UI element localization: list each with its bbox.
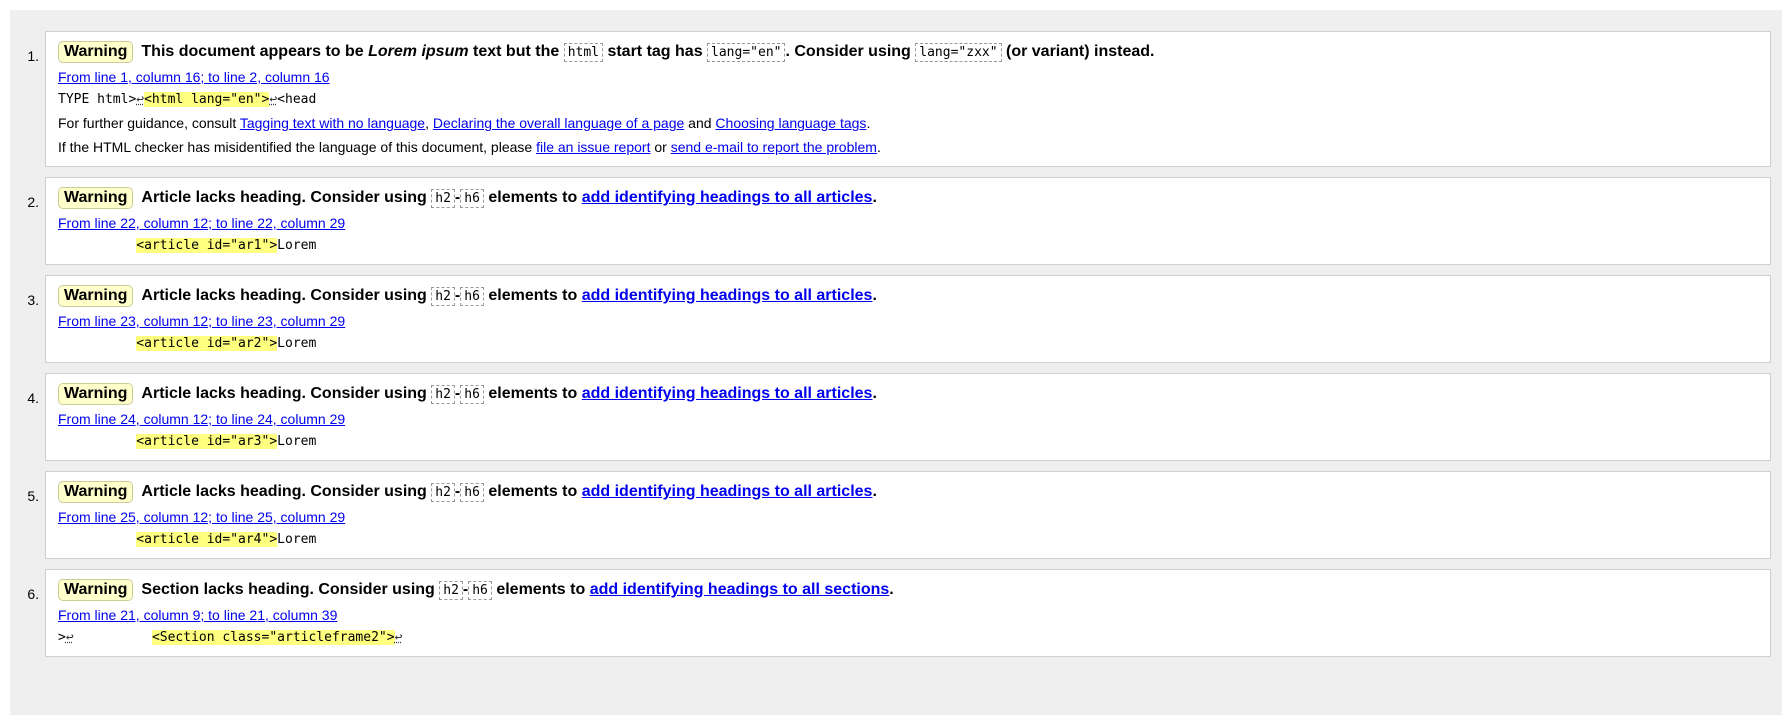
guidance-link-declaring[interactable]: Declaring the overall language of a page xyxy=(433,115,684,131)
code-h6: h6 xyxy=(460,385,484,404)
guidance-text: For further guidance, consult Tagging te… xyxy=(58,115,871,131)
code-extract: <article id="ar1">Lorem xyxy=(136,238,317,253)
location-link[interactable]: From line 23, column 12; to line 23, col… xyxy=(58,313,345,329)
message-item: 4. Warning Article lacks heading. Conside… xyxy=(27,373,1771,461)
message-list: 1. Warning This document appears to be Lo… xyxy=(10,31,1782,667)
code-lang-en: lang="en" xyxy=(707,43,786,62)
warning-badge: Warning xyxy=(58,285,134,307)
code-h6: h6 xyxy=(468,581,492,600)
warning-badge: Warning xyxy=(58,187,134,209)
message-number: 4. xyxy=(27,390,39,406)
message-item: 6. Warning Section lacks heading. Conside… xyxy=(27,569,1771,657)
message-location: From line 22, column 12; to line 22, col… xyxy=(58,213,1758,233)
line-break-icon: ↩ xyxy=(269,92,278,107)
message-number: 1. xyxy=(27,48,39,64)
message-location: From line 21, column 9; to line 21, colu… xyxy=(58,605,1758,625)
warning-badge: Warning xyxy=(58,579,134,601)
code-extract: TYPE html>↩<html lang="en">↩<head xyxy=(58,92,317,107)
highlighted-code: <Section class="articleframe2"> xyxy=(151,630,395,645)
file-issue-link[interactable]: file an issue report xyxy=(536,139,650,155)
code-lang-zxx: lang="zxx" xyxy=(915,43,1002,62)
message-item: 5. Warning Article lacks heading. Conside… xyxy=(27,471,1771,559)
headings-articles-link[interactable]: add identifying headings to all articles xyxy=(582,287,873,304)
send-email-link[interactable]: send e-mail to report the problem xyxy=(671,139,877,155)
message-location: From line 1, column 16; to line 2, colum… xyxy=(58,67,1758,87)
headings-articles-link[interactable]: add identifying headings to all articles xyxy=(582,483,873,500)
code-h2: h2 xyxy=(439,581,463,600)
code-h6: h6 xyxy=(460,483,484,502)
code-h6: h6 xyxy=(460,189,484,208)
code-h2: h2 xyxy=(431,287,455,306)
code-extract: <article id="ar2">Lorem xyxy=(136,336,317,351)
headings-articles-link[interactable]: add identifying headings to all articles xyxy=(582,189,873,206)
warning-badge: Warning xyxy=(58,41,134,63)
location-link[interactable]: From line 25, column 12; to line 25, col… xyxy=(58,509,345,525)
highlighted-code: <article id="ar3"> xyxy=(136,434,278,449)
highlighted-code: <article id="ar1"> xyxy=(136,238,278,253)
location-link[interactable]: From line 22, column 12; to line 22, col… xyxy=(58,215,345,231)
message-item: 3. Warning Article lacks heading. Conside… xyxy=(27,275,1771,363)
guidance-link-choosing[interactable]: Choosing language tags xyxy=(715,115,866,131)
message-location: From line 25, column 12; to line 25, col… xyxy=(58,507,1758,527)
location-link[interactable]: From line 24, column 12; to line 24, col… xyxy=(58,411,345,427)
message-number: 3. xyxy=(27,292,39,308)
line-break-icon: ↩ xyxy=(394,630,403,645)
message-headline: Warning This document appears to be Lorem… xyxy=(58,40,1758,64)
code-extract: >↩ <Section class="articleframe2">↩ xyxy=(58,630,403,645)
message-headline: Warning Article lacks heading. Consider u… xyxy=(58,382,1758,406)
code-h2: h2 xyxy=(431,483,455,502)
message-number: 6. xyxy=(27,586,39,602)
headings-articles-link[interactable]: add identifying headings to all articles xyxy=(582,385,873,402)
highlighted-code: <html lang="en"> xyxy=(144,92,270,107)
message-headline: Warning Article lacks heading. Consider u… xyxy=(58,480,1758,504)
highlighted-code: <article id="ar4"> xyxy=(136,532,278,547)
code-h2: h2 xyxy=(431,385,455,404)
message-headline: Warning Section lacks heading. Consider u… xyxy=(58,578,1758,602)
message-item: 1. Warning This document appears to be Lo… xyxy=(27,31,1771,167)
code-extract: <article id="ar4">Lorem xyxy=(136,532,317,547)
message-location: From line 23, column 12; to line 23, col… xyxy=(58,311,1758,331)
code-h6: h6 xyxy=(460,287,484,306)
message-headline: Warning Article lacks heading. Consider u… xyxy=(58,186,1758,210)
location-link[interactable]: From line 21, column 9; to line 21, colu… xyxy=(58,607,337,623)
message-headline: Warning Article lacks heading. Consider u… xyxy=(58,284,1758,308)
code-h2: h2 xyxy=(431,189,455,208)
line-break-icon: ↩ xyxy=(136,92,145,107)
line-break-icon: ↩ xyxy=(65,630,74,645)
location-link[interactable]: From line 1, column 16; to line 2, colum… xyxy=(58,69,330,85)
message-number: 5. xyxy=(27,488,39,504)
message-location: From line 24, column 12; to line 24, col… xyxy=(58,409,1758,429)
code-extract: <article id="ar3">Lorem xyxy=(136,434,317,449)
results-panel: 1. Warning This document appears to be Lo… xyxy=(10,10,1782,715)
guidance-link-tagging[interactable]: Tagging text with no language xyxy=(240,115,425,131)
warning-badge: Warning xyxy=(58,383,134,405)
code-html: html xyxy=(563,43,603,62)
highlighted-code: <article id="ar2"> xyxy=(136,336,278,351)
message-number: 2. xyxy=(27,194,39,210)
report-text: If the HTML checker has misidentified th… xyxy=(58,139,881,155)
message-item: 2. Warning Article lacks heading. Conside… xyxy=(27,177,1771,265)
warning-badge: Warning xyxy=(58,481,134,503)
headings-sections-link[interactable]: add identifying headings to all sections xyxy=(590,581,890,598)
